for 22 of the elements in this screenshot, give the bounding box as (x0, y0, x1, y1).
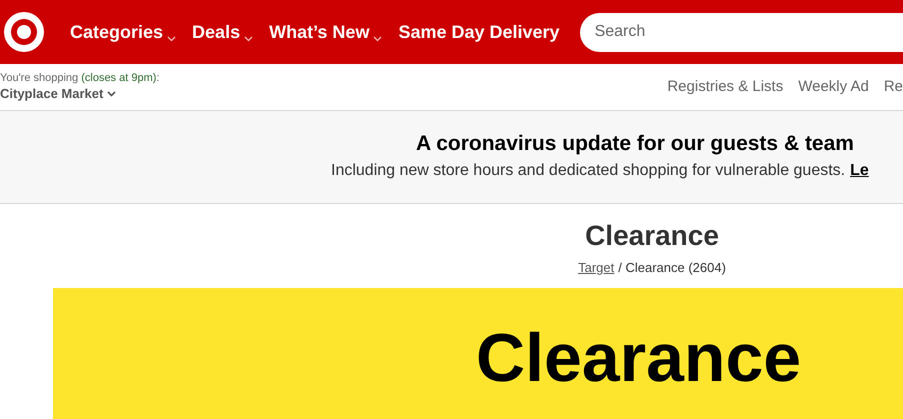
page-title: Clearance (585, 219, 719, 253)
chevron-down-icon (244, 36, 254, 42)
nav-menu-item[interactable]: Same Day Delivery (398, 18, 560, 46)
breadcrumb-link[interactable]: Target (578, 258, 614, 278)
header-link[interactable]: Registries & Lists (667, 76, 784, 98)
breadcrumb-text: / Clearance (2604) (618, 259, 726, 277)
banner-heading: Clearance (476, 320, 802, 396)
store-selector[interactable]: Cityplace Market (0, 86, 116, 101)
chevron-down-icon (167, 36, 176, 42)
chevron-down-icon (107, 90, 116, 96)
header-link[interactable]: Re (884, 76, 903, 98)
nav-menu-item[interactable]: Categories (70, 18, 176, 46)
notice-title: A coronavirus update for our guests & team (415, 131, 855, 157)
nav-menu-item[interactable]: What’s New (269, 18, 382, 46)
chevron-down-icon (373, 36, 382, 42)
store-hours-text: You're shopping (closes at 9pm): (0, 71, 160, 86)
bullseye-logo-icon[interactable] (4, 12, 44, 52)
learn-more-link[interactable]: Le (850, 160, 869, 182)
notice-text: Including new store hours and dedicated shopping for vulnerable guests. (331, 161, 846, 181)
header-link[interactable]: Weekly Ad (798, 76, 869, 98)
nav-menu-item[interactable]: Deals (192, 18, 254, 46)
search-field[interactable]: Search (580, 12, 903, 52)
